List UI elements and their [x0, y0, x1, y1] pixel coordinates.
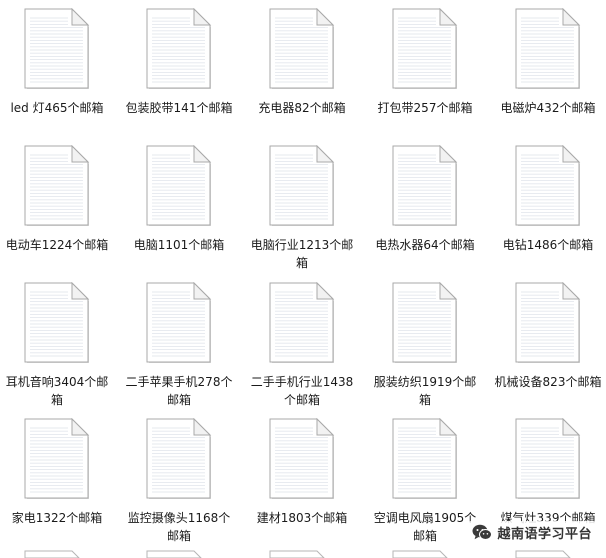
text-file-icon	[24, 8, 90, 89]
watermark: 越南语学习平台	[468, 521, 596, 544]
text-file-icon	[392, 418, 458, 499]
file-item[interactable]: 电钻1486个邮箱	[489, 145, 606, 254]
file-item[interactable]: led 灯465个邮箱	[0, 8, 116, 117]
text-file-icon	[515, 8, 581, 89]
file-item[interactable]: 二手手机行业1438个邮箱	[243, 282, 361, 409]
file-name-label: 建材1803个邮箱	[256, 511, 348, 525]
file-name-label: 服装纺织1919个邮箱	[373, 375, 477, 407]
text-file-icon	[515, 418, 581, 499]
text-file-icon	[24, 282, 90, 363]
text-file-icon	[269, 282, 335, 363]
file-item[interactable]: 电磁炉432个邮箱	[489, 8, 606, 117]
file-item[interactable]: 建材1803个邮箱	[243, 418, 361, 527]
text-file-icon	[24, 550, 80, 558]
file-name-label: led 灯465个邮箱	[10, 101, 104, 115]
file-name-label: 充电器82个邮箱	[258, 101, 346, 115]
file-name-label: 耳机音响3404个邮箱	[5, 375, 109, 407]
text-file-icon	[515, 145, 581, 226]
file-name-label: 电动车1224个邮箱	[5, 238, 109, 252]
file-item[interactable]: 空调电风扇1905个邮箱	[366, 418, 484, 545]
file-name-label: 电脑1101个邮箱	[133, 238, 225, 252]
text-file-icon	[269, 8, 335, 89]
file-name-label: 监控摄像头1168个邮箱	[127, 511, 231, 543]
text-file-icon	[146, 145, 212, 226]
watermark-text: 越南语学习平台	[497, 527, 592, 542]
text-file-icon	[24, 145, 90, 226]
file-item[interactable]: 电脑1101个邮箱	[120, 145, 238, 254]
next-row-peek	[0, 550, 606, 558]
file-name-label: 空调电风扇1905个邮箱	[373, 511, 477, 543]
text-file-icon	[146, 8, 212, 89]
text-file-icon	[24, 418, 90, 499]
file-item[interactable]: 耳机音响3404个邮箱	[0, 282, 116, 409]
file-explorer-view: led 灯465个邮箱 包装胶带141个邮箱 充电器82个邮箱 打包带257个邮箱 电磁…	[0, 0, 606, 558]
file-item[interactable]: 电动车1224个邮箱	[0, 145, 116, 254]
file-item[interactable]: 机械设备823个邮箱	[489, 282, 606, 391]
text-file-icon	[392, 282, 458, 363]
text-file-icon	[392, 145, 458, 226]
file-item[interactable]: 服装纺织1919个邮箱	[366, 282, 484, 409]
file-name-label: 家电1322个邮箱	[11, 511, 103, 525]
text-file-icon	[392, 8, 458, 89]
wechat-icon	[472, 524, 493, 540]
file-item[interactable]: 二手苹果手机278个邮箱	[120, 282, 238, 409]
file-item[interactable]: 煤气灶339个邮箱	[489, 418, 606, 527]
text-file-icon	[269, 418, 335, 499]
text-file-icon	[269, 550, 325, 558]
text-file-icon	[515, 550, 571, 558]
file-name-label: 电热水器64个邮箱	[375, 238, 475, 252]
text-file-icon	[515, 282, 581, 363]
file-name-label: 二手手机行业1438个邮箱	[250, 375, 354, 407]
file-name-label: 机械设备823个邮箱	[494, 375, 602, 389]
text-file-icon	[146, 418, 212, 499]
text-file-icon	[269, 145, 335, 226]
text-file-icon	[146, 550, 202, 558]
file-item[interactable]: 充电器82个邮箱	[243, 8, 361, 117]
file-name-label: 二手苹果手机278个邮箱	[125, 375, 233, 407]
text-file-icon	[392, 550, 448, 558]
file-item[interactable]: 监控摄像头1168个邮箱	[120, 418, 238, 545]
file-name-label: 电磁炉432个邮箱	[500, 101, 596, 115]
file-item[interactable]: 包装胶带141个邮箱	[120, 8, 238, 117]
text-file-icon	[146, 282, 212, 363]
file-item[interactable]: 打包带257个邮箱	[366, 8, 484, 117]
file-item[interactable]: 电脑行业1213个邮箱	[243, 145, 361, 272]
file-name-label: 电脑行业1213个邮箱	[250, 238, 354, 270]
file-name-label: 包装胶带141个邮箱	[125, 101, 233, 115]
file-name-label: 电钻1486个邮箱	[502, 238, 594, 252]
file-item[interactable]: 家电1322个邮箱	[0, 418, 116, 527]
file-name-label: 打包带257个邮箱	[377, 101, 473, 115]
file-item[interactable]: 电热水器64个邮箱	[366, 145, 484, 254]
